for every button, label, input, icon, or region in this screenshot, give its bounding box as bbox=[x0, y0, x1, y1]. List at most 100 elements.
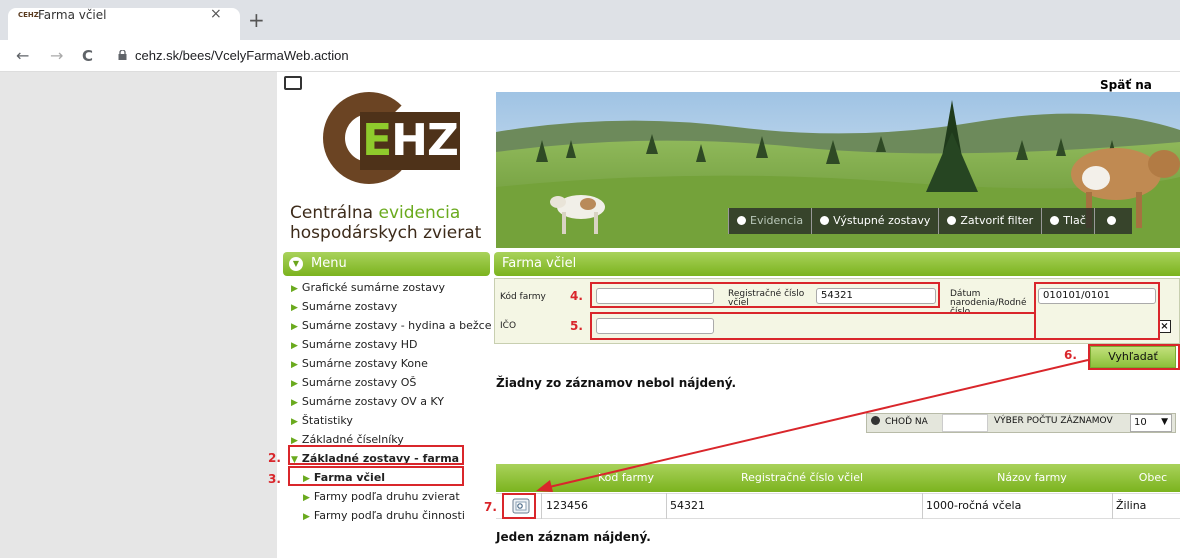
found-message: Jeden záznam nájdený. bbox=[496, 530, 651, 544]
column-divider bbox=[666, 493, 667, 519]
logo-e: E bbox=[362, 115, 392, 166]
menu-item-label: Farmy podľa druhu zvierat bbox=[313, 490, 460, 503]
back-arrow-icon[interactable]: ← bbox=[16, 46, 29, 66]
ico-label: IČO bbox=[500, 321, 517, 331]
nav-evidencia[interactable]: Evidencia bbox=[728, 208, 812, 234]
annotation-number-2: 2. bbox=[268, 451, 281, 465]
nav-label: Výstupné zostavy bbox=[833, 214, 931, 227]
nav-label: Zatvoriť filter bbox=[960, 214, 1034, 227]
menu-item-label: Farmy podľa druhu činnosti bbox=[313, 509, 465, 522]
menu-item-label: Štatistiky bbox=[301, 414, 353, 427]
panel-title: Farma včiel bbox=[494, 252, 1180, 276]
menu-item-label: Sumárne zostavy - hydina a bežce bbox=[301, 319, 492, 332]
annotation-number-3: 3. bbox=[268, 472, 281, 486]
triangle-icon: ▶ bbox=[291, 360, 298, 370]
page-number-input[interactable] bbox=[942, 414, 988, 432]
favicon-icon: CEHZ bbox=[18, 11, 39, 19]
menu-item[interactable]: ▶ Farmy podľa druhu činnosti bbox=[303, 509, 465, 522]
menu-item-label: Sumárne zostavy OŠ bbox=[301, 376, 417, 389]
menu-item-label: Sumárne zostavy OV a KY bbox=[301, 395, 444, 408]
chevron-down-icon: ▼ bbox=[289, 257, 303, 271]
menu-item[interactable]: ▶ Sumárne zostavy HD bbox=[291, 338, 417, 351]
annotation-box-2 bbox=[288, 445, 464, 465]
page-size-value: 10 bbox=[1134, 417, 1147, 428]
menu-item[interactable]: ▶ Štatistiky bbox=[291, 414, 353, 427]
cell-farm-name: 1000-ročná včela bbox=[926, 499, 1022, 512]
no-records-message: Žiadny zo záznamov nebol nájdený. bbox=[496, 376, 737, 390]
close-icon[interactable]: × bbox=[210, 6, 222, 22]
logo-text-line2: hospodárskych zvierat bbox=[290, 223, 482, 243]
page-margin bbox=[0, 72, 277, 558]
triangle-icon: ▶ bbox=[291, 379, 298, 389]
menu-item[interactable]: ▶ Sumárne zostavy Kone bbox=[291, 357, 428, 370]
menu-item-label: Grafické sumárne zostavy bbox=[301, 281, 445, 294]
triangle-icon: ▶ bbox=[291, 398, 298, 408]
menu-item-label: Sumárne zostavy bbox=[301, 300, 398, 313]
menu-header[interactable]: Menu bbox=[283, 252, 490, 276]
logo-text-line1: Centrálna evidencia bbox=[290, 203, 460, 223]
triangle-icon: ▶ bbox=[303, 512, 310, 522]
triangle-icon: ▶ bbox=[291, 284, 298, 294]
banner-nav: Evidencia Výstupné zostavy Zatvoriť filt… bbox=[728, 208, 1132, 234]
play-icon bbox=[737, 216, 746, 225]
annotation-number-7: 7. bbox=[484, 500, 497, 514]
cell-reg-number: 54321 bbox=[670, 499, 705, 512]
nav-zatvorit-filter[interactable]: Zatvoriť filter bbox=[938, 208, 1042, 234]
menu-item[interactable]: ▶ Sumárne zostavy OŠ bbox=[291, 376, 416, 389]
nav-tlac[interactable]: Tlač bbox=[1041, 208, 1094, 234]
annotation-number-5: 5. bbox=[570, 319, 583, 333]
help-icon bbox=[1106, 216, 1116, 225]
column-divider bbox=[1112, 493, 1113, 519]
annotation-box-7 bbox=[502, 493, 536, 519]
address-bar[interactable]: cehz.sk/bees/VcelyFarmaWeb.action bbox=[135, 48, 349, 63]
forward-arrow-icon[interactable]: → bbox=[50, 46, 63, 66]
triangle-icon: ▶ bbox=[291, 341, 298, 351]
menu-item[interactable]: ▶ Grafické sumárne zostavy bbox=[291, 281, 445, 294]
logo-text-b: evidencia bbox=[378, 203, 461, 223]
fullscreen-icon[interactable] bbox=[284, 76, 302, 90]
column-divider bbox=[922, 493, 923, 519]
annotation-box-5 bbox=[590, 312, 1036, 340]
menu-item-label: Sumárne zostavy Kone bbox=[301, 357, 428, 370]
play-icon bbox=[820, 216, 830, 225]
nav-label: Tlač bbox=[1063, 214, 1086, 227]
chevron-down-icon: ▼ bbox=[1161, 417, 1168, 427]
nav-label: Evidencia bbox=[750, 214, 804, 227]
column-header[interactable]: Názov farmy bbox=[972, 471, 1092, 484]
column-divider bbox=[541, 493, 542, 519]
nav-help[interactable] bbox=[1093, 208, 1132, 234]
table-row bbox=[496, 493, 1180, 519]
menu-item[interactable]: ▶ Sumárne zostavy OV a KY bbox=[291, 395, 444, 408]
annotation-box-6 bbox=[1088, 344, 1180, 370]
triangle-icon: ▶ bbox=[291, 417, 298, 427]
column-header[interactable]: Obec bbox=[1128, 471, 1178, 484]
logo-hz: HZ bbox=[391, 115, 459, 166]
menu-item[interactable]: ▶ Sumárne zostavy bbox=[291, 300, 397, 313]
logo-text-a: Centrálna bbox=[290, 203, 379, 223]
triangle-icon: ▶ bbox=[291, 322, 298, 332]
menu-item-label: Sumárne zostavy HD bbox=[301, 338, 418, 351]
nav-vystupne-zostavy[interactable]: Výstupné zostavy bbox=[811, 208, 939, 234]
annotation-number-4: 4. bbox=[570, 289, 583, 303]
farm-code-label: Kód farmy bbox=[500, 292, 546, 302]
new-tab-button[interactable]: + bbox=[248, 10, 265, 30]
page-size-select[interactable]: 10 ▼ bbox=[1130, 414, 1172, 432]
pager-go-label: CHOĎ NA bbox=[871, 416, 928, 427]
annotation-box-birth bbox=[1034, 282, 1160, 340]
column-header[interactable]: Registračné číslo včiel bbox=[712, 471, 892, 484]
triangle-icon: ▶ bbox=[291, 303, 298, 313]
logo-mark: EHZ bbox=[360, 112, 460, 170]
reload-icon[interactable]: C bbox=[82, 46, 93, 66]
annotation-box-3 bbox=[288, 466, 464, 486]
tab-title: Farma včiel bbox=[38, 8, 107, 22]
page-size-label: VÝBER POČTU ZÁZNAMOV bbox=[994, 416, 1113, 426]
menu-item[interactable]: ▶ Farmy podľa druhu zvierat bbox=[303, 490, 460, 503]
column-header[interactable]: Kód farmy bbox=[580, 471, 672, 484]
play-icon bbox=[1050, 216, 1060, 225]
lock-icon bbox=[118, 50, 127, 60]
cell-town: Žilina bbox=[1116, 499, 1147, 512]
annotation-box-4 bbox=[590, 282, 940, 308]
cell-farm-code: 123456 bbox=[546, 499, 588, 512]
pager-go-text: CHOĎ NA bbox=[885, 417, 928, 427]
menu-item[interactable]: ▶ Sumárne zostavy - hydina a bežce bbox=[291, 319, 491, 332]
